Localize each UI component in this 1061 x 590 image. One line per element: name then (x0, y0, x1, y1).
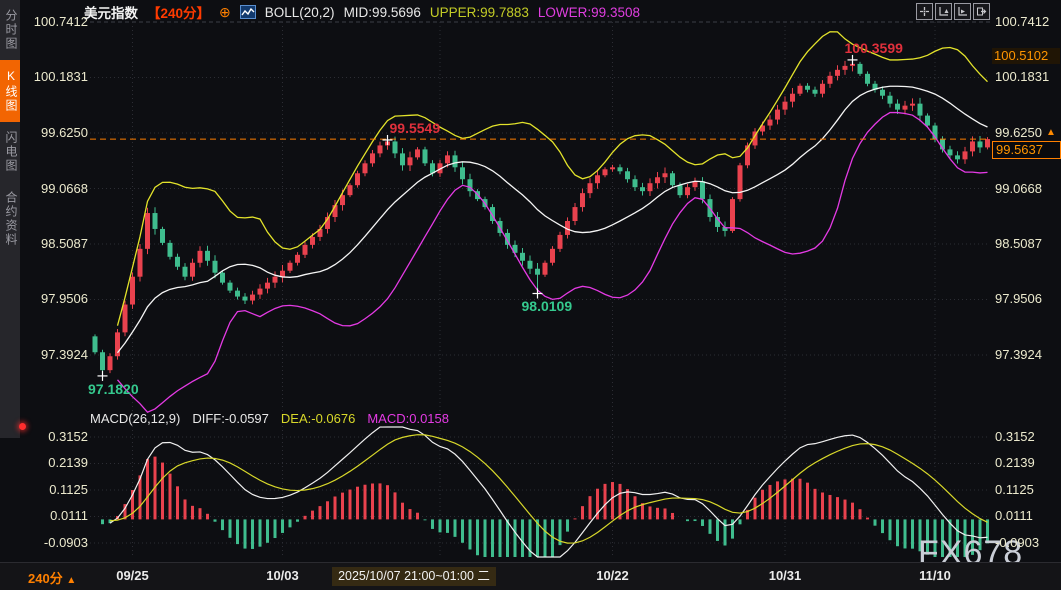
macd-header: MACD(26,12,9) DIFF:-0.0597 DEA:-0.0676 M… (90, 411, 449, 426)
macd-diff-value: DIFF:-0.0597 (192, 411, 269, 426)
extreme-price-annotation: 100.3599 (845, 40, 903, 56)
chart-type-sidebar: 分时图 K线图 闪电图 合约资料 (0, 0, 20, 438)
session-high-price-label: 100.5102 (992, 48, 1060, 64)
macd-indicator-label[interactable]: MACD(26,12,9) (90, 411, 180, 426)
y-axis-label: 0.0111 (995, 509, 1059, 523)
y-axis-label: 0.1125 (995, 483, 1059, 497)
chart-canvas[interactable] (0, 0, 1061, 590)
live-indicator-dot (19, 423, 26, 430)
boll-indicator-label[interactable]: BOLL(20,2) (265, 5, 335, 20)
extreme-price-annotation: 98.0109 (522, 298, 573, 314)
y-axis-label: 99.0668 (18, 182, 88, 196)
y-axis-label: 0.1125 (18, 483, 88, 497)
expand-icon[interactable]: ⊕ (219, 6, 231, 18)
boll-mid-value: MID:99.5696 (344, 5, 421, 20)
period-label[interactable]: 【240分】 (147, 2, 210, 22)
y-axis-label: 100.1831 (995, 70, 1059, 84)
crosshair-datetime-box: 2025/10/07 21:00~01:00 二 (332, 567, 496, 586)
period-dropdown-icon: ▲ (66, 575, 76, 586)
time-axis-bar: 240分 ▲ 09/25 10/03 10/22 10/31 11/10 2025/10… (0, 562, 1061, 590)
axis-zoom-up-icon[interactable] (935, 3, 952, 20)
extreme-price-annotation: 99.5549 (390, 120, 441, 136)
price-up-arrow-icon: ▲ (1046, 127, 1056, 138)
x-axis-date-label: 10/31 (757, 568, 813, 583)
axis-zoom-right-icon[interactable] (954, 3, 971, 20)
macd-hist-value: MACD:0.0158 (367, 411, 449, 426)
y-axis-label: 0.3152 (18, 430, 88, 444)
y-axis-label: 97.9506 (995, 292, 1059, 306)
indicator-logo-icon (240, 5, 256, 19)
y-axis-label: 98.5087 (18, 237, 88, 251)
extreme-price-annotation: 97.1820 (88, 381, 139, 397)
pan-right-icon[interactable] (973, 3, 990, 20)
y-axis-label: 97.3924 (18, 348, 88, 362)
symbol-title: 美元指数 (84, 2, 138, 22)
x-axis-date-label: 10/03 (255, 568, 311, 583)
y-axis-label: 0.2139 (995, 456, 1059, 470)
y-axis-label: 100.7412 (995, 15, 1059, 29)
chart-header: 美元指数 【240分】 ⊕ BOLL(20,2) MID:99.5696 UPP… (84, 3, 640, 21)
y-axis-label: 100.7412 (18, 15, 88, 29)
y-axis-label: 97.9506 (18, 292, 88, 306)
period-selector[interactable]: 240分 ▲ (28, 568, 76, 587)
trading-app-window: 分时图 K线图 闪电图 合约资料 美元指数 【240分】 ⊕ BOLL(20,2… (0, 0, 1061, 590)
y-axis-label: 99.0668 (995, 182, 1059, 196)
current-price-box: 99.5637 (992, 141, 1061, 159)
macd-dea-value: DEA:-0.0676 (281, 411, 355, 426)
y-axis-label: 98.5087 (995, 237, 1059, 251)
boll-upper-value: UPPER:99.7883 (430, 5, 529, 20)
chart-toolbar (916, 3, 990, 20)
y-axis-label: -0.0903 (995, 536, 1059, 550)
sidebar-item-kline[interactable]: K线图 (0, 60, 20, 122)
y-axis-label: 0.3152 (995, 430, 1059, 444)
x-axis-date-label: 10/22 (585, 568, 641, 583)
y-axis-label: 0.2139 (18, 456, 88, 470)
sidebar-item-contract-info[interactable]: 合约资料 (0, 182, 20, 256)
y-axis-label: -0.0903 (18, 536, 88, 550)
boll-lower-value: LOWER:99.3508 (538, 5, 640, 20)
x-axis-date-label: 09/25 (105, 568, 161, 583)
y-axis-label: 0.0111 (18, 509, 88, 523)
y-axis-label: 100.1831 (18, 70, 88, 84)
sidebar-item-timeshare[interactable]: 分时图 (0, 0, 20, 60)
y-axis-label: 99.6250 (18, 126, 88, 140)
sidebar-item-lightning[interactable]: 闪电图 (0, 122, 20, 182)
y-axis-label: 97.3924 (995, 348, 1059, 362)
x-axis-date-label: 11/10 (907, 568, 963, 583)
crosshair-tool-icon[interactable] (916, 3, 933, 20)
